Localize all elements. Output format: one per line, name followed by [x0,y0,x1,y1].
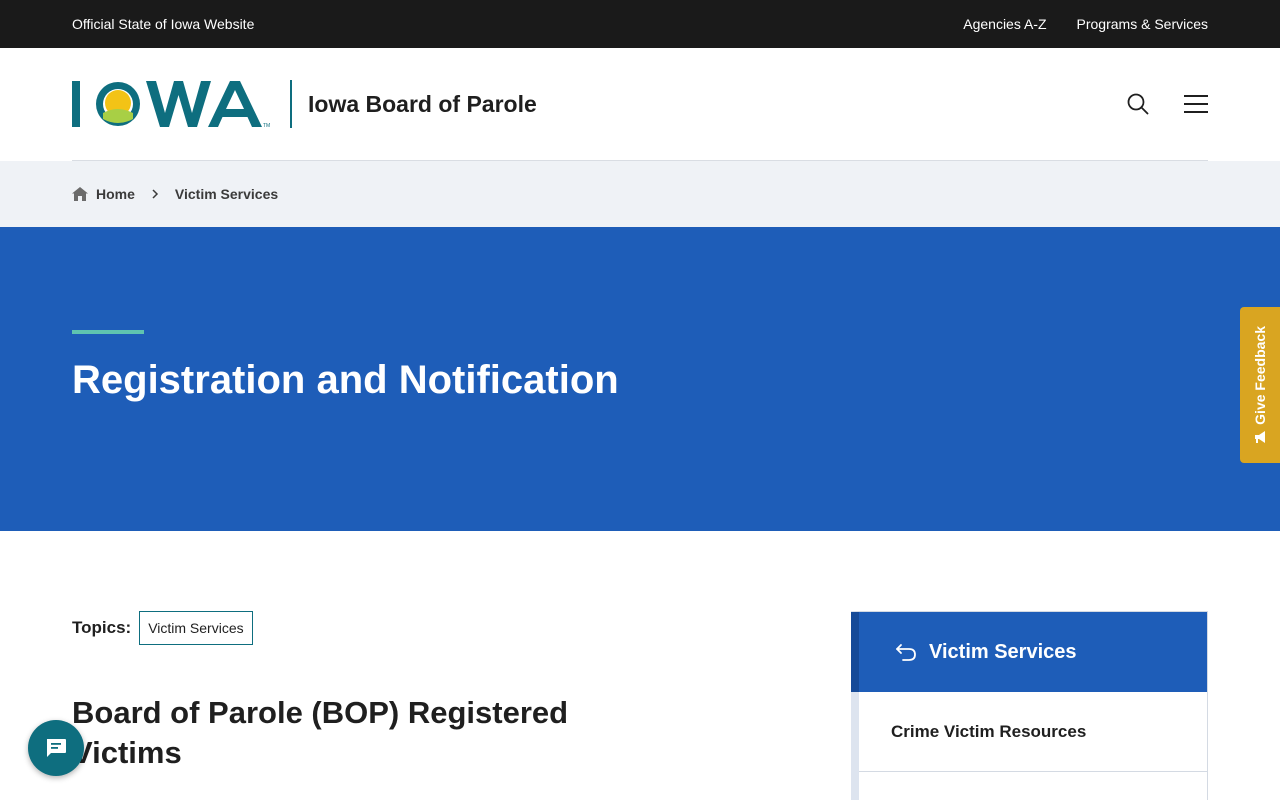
topics-label: Topics: [72,618,132,637]
svg-text:TM: TM [263,123,270,129]
agency-name[interactable]: Iowa Board of Parole [308,91,537,118]
programs-services-link[interactable]: Programs & Services [1077,16,1208,32]
utility-bar: Official State of Iowa Website Agencies … [0,0,1280,48]
side-nav-item-crime-victim-resources[interactable]: Crime Victim Resources [859,692,1207,772]
breadcrumb-home[interactable]: Home [72,186,135,202]
logo-divider [290,80,292,128]
breadcrumb-home-label: Home [96,186,135,202]
feedback-label: Give Feedback [1252,325,1268,425]
utility-links: Agencies A-Z Programs & Services [963,16,1208,32]
header-actions [1126,92,1208,116]
site-header: TM Iowa Board of Parole [0,48,1280,160]
breadcrumb: Home Victim Services [0,161,1280,227]
back-arrow-icon [896,644,916,661]
chat-button[interactable] [28,720,84,776]
topics: Topics: Victim Services [72,611,632,645]
search-icon[interactable] [1126,92,1150,116]
agencies-az-link[interactable]: Agencies A-Z [963,16,1046,32]
official-site-text: Official State of Iowa Website [72,16,255,32]
hero-banner: Registration and Notification [0,227,1280,531]
iowa-logo[interactable]: TM [72,79,272,129]
home-icon [72,187,88,201]
topic-tag-victim-services[interactable]: Victim Services [139,611,253,645]
menu-icon[interactable] [1184,92,1208,116]
side-nav-header-label: Victim Services [929,640,1077,663]
side-nav-header[interactable]: Victim Services [851,612,1207,692]
megaphone-icon [1255,431,1265,444]
page-title: Registration and Notification [72,358,619,402]
brand: TM Iowa Board of Parole [72,79,537,129]
content-area: Topics: Victim Services Board of Parole … [0,531,1280,800]
main-column: Topics: Victim Services Board of Parole … [72,611,632,800]
iowa-logo-image: TM [72,81,270,129]
chat-icon [47,739,66,757]
hero-accent-bar [72,330,144,334]
give-feedback-button[interactable]: Give Feedback [1240,307,1280,463]
breadcrumb-current: Victim Services [174,186,279,202]
side-nav: Victim Services Crime Victim Resources [851,611,1208,800]
chevron-right-icon [151,189,159,199]
article-title: Board of Parole (BOP) Registered Victims [72,695,569,770]
